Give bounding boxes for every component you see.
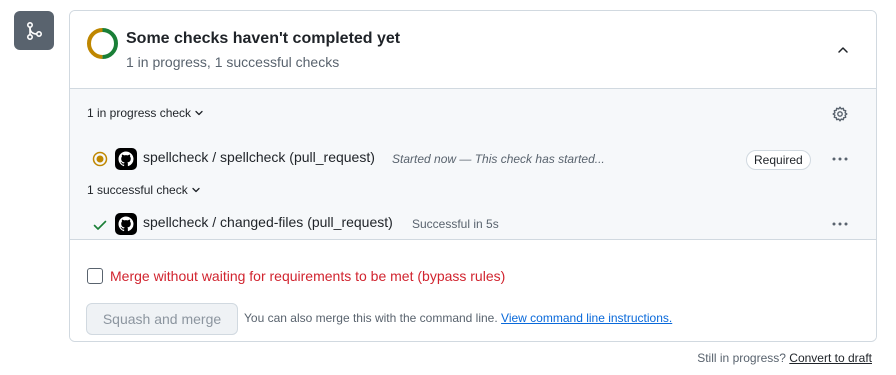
checks-summary-header: Some checks haven't completed yet 1 in p… [70, 11, 876, 89]
check-name-link[interactable]: spellcheck / spellcheck (pull_request) [143, 149, 375, 165]
checks-list: 1 in progress check spellcheck / spellch… [70, 89, 876, 240]
kebab-horizontal-icon [832, 157, 848, 161]
in-progress-group-label: 1 in progress check [87, 106, 192, 120]
draft-footer-text: Still in progress? [697, 351, 786, 365]
check-more-button[interactable] [830, 149, 850, 169]
merge-box: Some checks haven't completed yet 1 in p… [69, 10, 877, 342]
github-mark-glyph [118, 216, 134, 232]
check-row-spellcheck: spellcheck / spellcheck (pull_request) S… [70, 143, 876, 173]
check-more-button[interactable] [830, 214, 850, 234]
successful-group-toggle[interactable]: 1 successful check [87, 183, 201, 197]
git-merge-icon [14, 11, 54, 50]
check-description: Started now — This check has started... [392, 152, 605, 166]
squash-and-merge-button[interactable]: Squash and merge [86, 303, 238, 335]
in-progress-group-toggle[interactable]: 1 in progress check [87, 106, 204, 120]
git-merge-icon-glyph [26, 21, 43, 40]
checks-settings-button[interactable] [830, 104, 850, 124]
checks-status-ring-icon [87, 28, 118, 59]
dot-fill-icon [92, 151, 108, 167]
github-logo-icon [115, 148, 137, 170]
kebab-horizontal-icon [832, 222, 848, 226]
checks-summary-subtitle: 1 in progress, 1 successful checks [126, 54, 340, 70]
bypass-rules-checkbox[interactable] [87, 268, 103, 284]
github-logo-icon [115, 213, 137, 235]
command-line-instructions-link[interactable]: View command line instructions. [501, 311, 672, 325]
gear-icon [832, 106, 848, 122]
draft-footer: Still in progress? Convert to draft [697, 351, 872, 365]
successful-group-label: 1 successful check [87, 183, 188, 197]
collapse-checks-button[interactable] [828, 35, 858, 65]
check-name-link[interactable]: spellcheck / changed-files (pull_request… [143, 214, 393, 230]
bypass-rules-label[interactable]: Merge without waiting for requirements t… [110, 268, 505, 284]
command-line-hint-text: You can also merge this with the command… [244, 311, 498, 325]
github-mark-glyph [118, 151, 134, 167]
check-row-changed-files: spellcheck / changed-files (pull_request… [70, 208, 876, 238]
command-line-hint: You can also merge this with the command… [244, 311, 672, 325]
check-icon [93, 220, 107, 230]
merge-controls: Merge without waiting for requirements t… [70, 241, 876, 341]
required-badge: Required [746, 150, 811, 170]
chevron-down-icon [195, 110, 203, 116]
checks-summary-title: Some checks haven't completed yet [126, 30, 401, 47]
check-description: Successful in 5s [412, 217, 499, 231]
convert-to-draft-link[interactable]: Convert to draft [789, 351, 872, 365]
chevron-down-icon [192, 187, 200, 193]
chevron-up-icon [838, 47, 848, 53]
